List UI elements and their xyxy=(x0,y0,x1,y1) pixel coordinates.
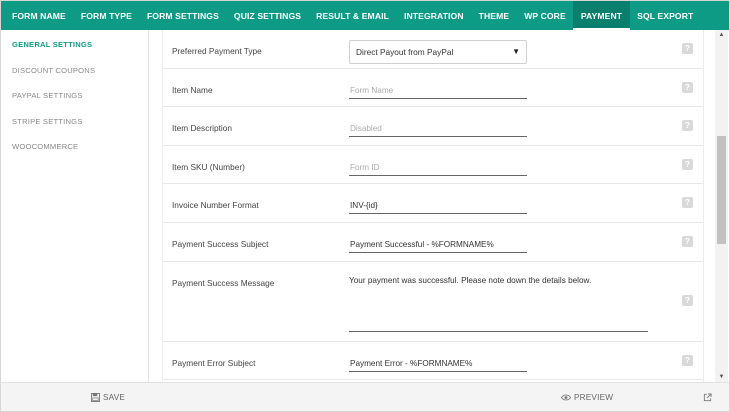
help-icon[interactable]: ? xyxy=(682,354,693,366)
external-link-icon xyxy=(703,393,712,402)
sidebar-item-discount-coupons[interactable]: DISCOUNT COUPONS xyxy=(1,58,148,84)
help-icon[interactable]: ? xyxy=(682,235,693,247)
help-icon[interactable]: ? xyxy=(682,120,693,132)
form-row-payment-type: Preferred Payment Type Direct Payout fro… xyxy=(163,30,703,69)
eye-icon xyxy=(561,394,571,401)
form-row-item-description: Item Description Disabled ? xyxy=(163,107,703,146)
sidebar-item-stripe-settings[interactable]: STRIPE SETTINGS xyxy=(1,109,148,135)
error-subject-label: Payment Error Subject xyxy=(172,357,256,368)
save-label: SAVE xyxy=(103,393,126,402)
item-name-label: Item Name xyxy=(172,84,213,95)
scroll-down-arrow-icon[interactable]: ▼ xyxy=(715,372,728,382)
help-icon[interactable]: ? xyxy=(682,158,693,170)
invoice-format-label: Invoice Number Format xyxy=(172,200,259,211)
form-row-success-message: Payment Success Message Your payment was… xyxy=(163,262,703,342)
footer-bar: SAVE PREVIEW xyxy=(1,382,729,411)
invoice-format-input[interactable]: INV-{id} xyxy=(349,198,527,215)
textarea-underline xyxy=(349,330,648,332)
dropdown-caret-icon: ▼ xyxy=(512,47,520,56)
success-subject-label: Payment Success Subject xyxy=(172,238,269,249)
tab-theme[interactable]: THEME xyxy=(471,1,517,30)
tab-quiz-settings[interactable]: QUIZ SETTINGS xyxy=(226,1,308,30)
item-sku-input[interactable]: Form ID xyxy=(349,160,527,176)
vertical-scrollbar[interactable]: ▲ ▼ xyxy=(715,30,728,382)
sidebar-item-woocommerce[interactable]: WOOCOMMERCE xyxy=(1,134,148,160)
scroll-up-arrow-icon[interactable]: ▲ xyxy=(715,30,728,40)
form-row-invoice-format: Invoice Number Format INV-{id} ? xyxy=(163,184,703,223)
sidebar-item-paypal-settings[interactable]: PAYPAL SETTINGS xyxy=(1,83,148,109)
settings-panel: Preferred Payment Type Direct Payout fro… xyxy=(162,30,704,382)
app-window: FORM NAME FORM TYPE FORM SETTINGS QUIZ S… xyxy=(0,0,730,412)
tab-form-settings[interactable]: FORM SETTINGS xyxy=(139,1,226,30)
help-icon[interactable]: ? xyxy=(682,197,693,209)
help-icon[interactable]: ? xyxy=(682,43,693,54)
floppy-disk-icon xyxy=(91,393,100,402)
success-message-label: Payment Success Message xyxy=(172,277,275,288)
preview-button[interactable]: PREVIEW xyxy=(561,383,613,412)
open-in-new-tab-button[interactable] xyxy=(703,383,715,412)
item-description-input[interactable]: Disabled xyxy=(349,121,527,138)
payment-type-select[interactable]: Direct Payout from PayPal ▼ xyxy=(349,40,527,64)
top-navigation: FORM NAME FORM TYPE FORM SETTINGS QUIZ S… xyxy=(1,1,729,30)
payment-type-label: Preferred Payment Type xyxy=(172,46,262,56)
item-name-input[interactable]: Form Name xyxy=(349,83,527,99)
sidebar: GENERAL SETTINGS DISCOUNT COUPONS PAYPAL… xyxy=(1,30,149,382)
error-subject-input[interactable]: Payment Error - %FORMNAME% xyxy=(349,356,527,372)
item-sku-label: Item SKU (Number) xyxy=(172,161,245,172)
tab-sql-export[interactable]: SQL EXPORT xyxy=(630,1,701,30)
help-icon[interactable]: ? xyxy=(682,294,693,306)
tab-integration[interactable]: INTEGRATION xyxy=(396,1,471,30)
tab-wp-core[interactable]: WP CORE xyxy=(517,1,574,30)
help-icon[interactable]: ? xyxy=(682,81,693,93)
sidebar-item-general-settings[interactable]: GENERAL SETTINGS xyxy=(1,32,148,58)
tab-payment[interactable]: PAYMENT xyxy=(573,1,630,30)
scrollbar-thumb[interactable] xyxy=(717,136,726,244)
tab-form-name[interactable]: FORM NAME xyxy=(1,1,73,30)
save-button[interactable]: SAVE xyxy=(91,383,125,412)
success-subject-input[interactable]: Payment Successful - %FORMNAME% xyxy=(349,237,527,253)
preview-label: PREVIEW xyxy=(574,393,614,402)
tab-form-type[interactable]: FORM TYPE xyxy=(73,1,139,30)
success-message-textarea[interactable]: Your payment was successful. Please note… xyxy=(349,276,648,285)
tab-result-email[interactable]: RESULT & EMAIL xyxy=(309,1,397,30)
form-row-item-name: Item Name Form Name ? xyxy=(163,69,703,108)
form-row-success-subject: Payment Success Subject Payment Successf… xyxy=(163,223,703,262)
form-row-item-sku: Item SKU (Number) Form ID ? xyxy=(163,146,703,185)
payment-type-value: Direct Payout from PayPal xyxy=(356,47,454,57)
form-row-error-subject: Payment Error Subject Payment Error - %F… xyxy=(163,342,703,381)
item-description-label: Item Description xyxy=(172,123,232,134)
